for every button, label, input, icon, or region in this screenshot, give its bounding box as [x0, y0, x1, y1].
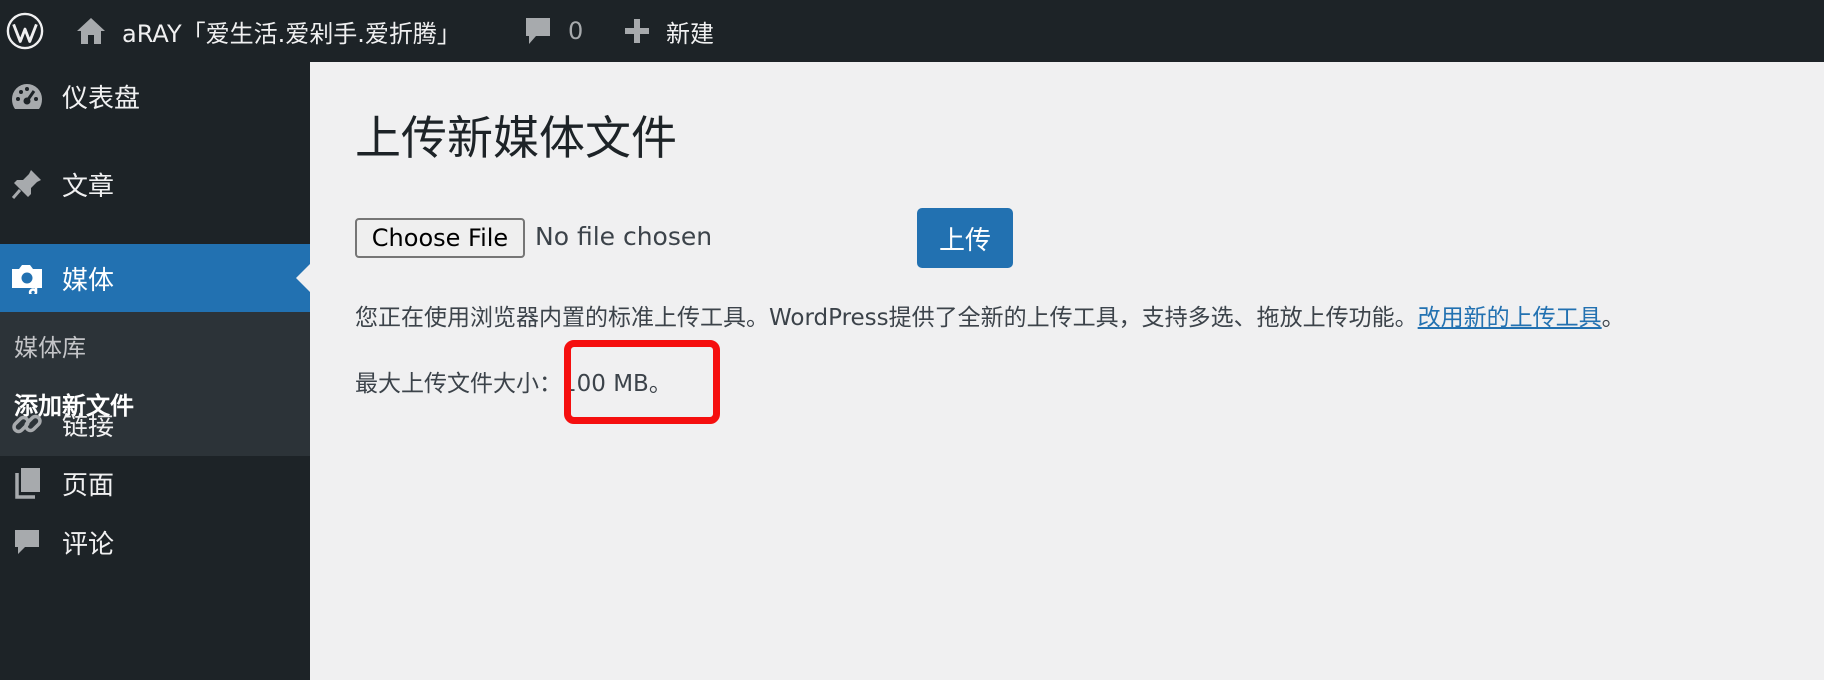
link-icon [8, 405, 46, 443]
submenu-item-media-library[interactable]: 媒体库 [14, 328, 86, 363]
media-icon [8, 259, 46, 297]
admin-sidebar: 仪表盘 文章 媒体 媒体库 添加新文件 链接 页面 评论 [0, 62, 310, 680]
file-status-text: No file chosen [535, 222, 713, 251]
choose-file-button[interactable]: Choose File [355, 218, 525, 258]
sidebar-item-label: 仪表盘 [62, 83, 141, 114]
plus-icon [625, 19, 649, 43]
sidebar-item-posts[interactable]: 文章 [0, 150, 310, 218]
dashboard-icon [8, 77, 46, 115]
comments-count: 0 [568, 17, 584, 45]
max-size-value: 100 MB。 [562, 371, 672, 397]
sidebar-item-media[interactable]: 媒体 [0, 244, 310, 312]
sidebar-item-label: 评论 [62, 529, 115, 560]
uploader-notice: 您正在使用浏览器内置的标准上传工具。WordPress提供了全新的上传工具，支持… [355, 298, 1625, 332]
sidebar-item-label: 页面 [62, 470, 115, 501]
sidebar-item-comments[interactable]: 评论 [0, 508, 310, 576]
wordpress-logo-button[interactable] [0, 0, 50, 62]
max-size-label: 最大上传文件大小： [355, 371, 562, 397]
new-content-button[interactable]: 新建 [624, 0, 714, 62]
notice-end: 。 [1601, 305, 1625, 331]
sidebar-item-label: 媒体 [62, 265, 115, 296]
admin-bar: aRAY「爱生活.爱剁手.爱折腾」 0 新建 [0, 0, 1824, 62]
sidebar-item-links[interactable]: 链接 [0, 390, 310, 458]
sidebar-item-pages[interactable]: 页面 [0, 449, 310, 517]
sidebar-item-dashboard[interactable]: 仪表盘 [0, 62, 310, 130]
comment-bubble-icon [526, 18, 550, 44]
site-name-label: aRAY「爱生活.爱剁手.爱折腾」 [122, 19, 461, 48]
pages-icon [8, 464, 46, 502]
switch-uploader-link[interactable]: 改用新的上传工具 [1418, 305, 1602, 331]
page-title: 上传新媒体文件 [355, 111, 677, 165]
comment-icon [8, 523, 46, 561]
main-content: 上传新媒体文件 Choose File No file chosen 上传 您正… [310, 62, 1824, 680]
pushpin-icon [8, 165, 46, 203]
upload-button[interactable]: 上传 [917, 208, 1013, 268]
site-name-link[interactable]: aRAY「爱生活.爱剁手.爱折腾」 [76, 0, 461, 62]
max-upload-size: 最大上传文件大小：100 MB。 [355, 364, 672, 398]
comments-link[interactable]: 0 [524, 0, 583, 62]
wordpress-logo-icon [6, 12, 44, 50]
sidebar-item-label: 文章 [62, 171, 115, 202]
new-content-label: 新建 [666, 19, 714, 48]
notice-text: 您正在使用浏览器内置的标准上传工具。WordPress提供了全新的上传工具，支持… [355, 305, 1418, 331]
sidebar-item-label: 链接 [62, 411, 115, 442]
home-icon [77, 18, 105, 44]
